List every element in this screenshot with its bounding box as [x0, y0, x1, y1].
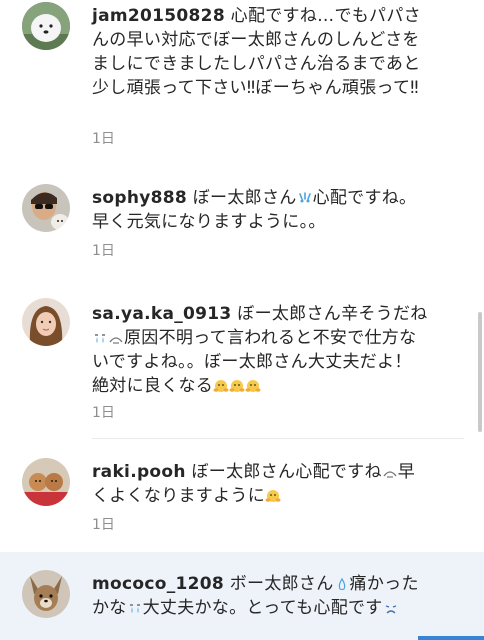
avatar-samoyed[interactable]: [22, 2, 70, 50]
hug-emoji: [245, 380, 261, 392]
tear-emoji: [95, 334, 105, 343]
sweat-emoji: [298, 192, 311, 203]
avatar-chihuahua[interactable]: [22, 570, 70, 618]
hug-emoji: [229, 380, 245, 392]
comment-time: 1日: [92, 405, 115, 421]
comment-time: 1日: [92, 243, 115, 259]
sad-face-emoji: [109, 337, 123, 344]
avatar-sunglasses[interactable]: [22, 184, 70, 232]
sad-face-emoji: [385, 605, 396, 614]
bottom-accent-bar: [418, 636, 484, 640]
hug-emoji: [265, 490, 281, 502]
scrollbar[interactable]: [478, 312, 482, 432]
comment-username[interactable]: sophy888: [92, 188, 187, 208]
comment-username[interactable]: sa.ya.ka_0913: [92, 304, 232, 324]
comment-item: raki.pooh ぼー太郎さん心配ですね 早くよくなりますように 1日: [0, 440, 484, 552]
comment-time: 1日: [92, 131, 115, 147]
comment-body: ぼー太郎さん辛そうだね: [231, 304, 428, 324]
comment-time: 1日: [92, 517, 115, 533]
avatar-woman[interactable]: [22, 298, 70, 346]
comment-item: sophy888 ぼー太郎さん 心配ですね。早く元気になりますように。。 1日: [0, 160, 484, 280]
comment-text: sophy888 ぼー太郎さん 心配ですね。早く元気になりますように。。: [92, 186, 428, 234]
comment-username[interactable]: jam20150828: [92, 6, 225, 26]
comment-username[interactable]: raki.pooh: [92, 462, 186, 482]
comment-body: ボー太郎さん: [224, 574, 334, 594]
comment-text: raki.pooh ぼー太郎さん心配ですね 早くよくなりますように: [92, 460, 428, 508]
sweat-emoji: [338, 577, 345, 591]
comment-body-cont2: 大丈夫かな。とっても心配です: [142, 598, 383, 618]
avatar-poodles[interactable]: [22, 458, 70, 506]
hug-emoji: [213, 380, 229, 392]
comment-text: sa.ya.ka_0913 ぼー太郎さん辛そうだね原因不明って言われると不安で仕…: [92, 302, 428, 398]
comment-item: sa.ya.ka_0913 ぼー太郎さん辛そうだね原因不明って言われると不安で仕…: [0, 280, 484, 440]
comment-text: mococo_1208 ボー太郎さん 痛かったかな 大丈夫かな。とっても心配です: [92, 572, 428, 620]
comment-body: ぼー太郎さん: [187, 188, 297, 208]
comment-username[interactable]: mococo_1208: [92, 574, 224, 594]
tear-emoji: [129, 604, 140, 613]
comment-body: ぼー太郎さん心配ですね: [185, 462, 382, 482]
comment-item: mococo_1208 ボー太郎さん 痛かったかな 大丈夫かな。とっても心配です: [0, 552, 484, 640]
sad-face-emoji: [383, 471, 397, 478]
comment-item: jam20150828 心配ですね…でもパパさんの早い対応でぼー太郎さんのしんど…: [0, 0, 484, 160]
comment-text: jam20150828 心配ですね…でもパパさんの早い対応でぼー太郎さんのしんど…: [92, 4, 428, 100]
divider: [92, 438, 464, 439]
